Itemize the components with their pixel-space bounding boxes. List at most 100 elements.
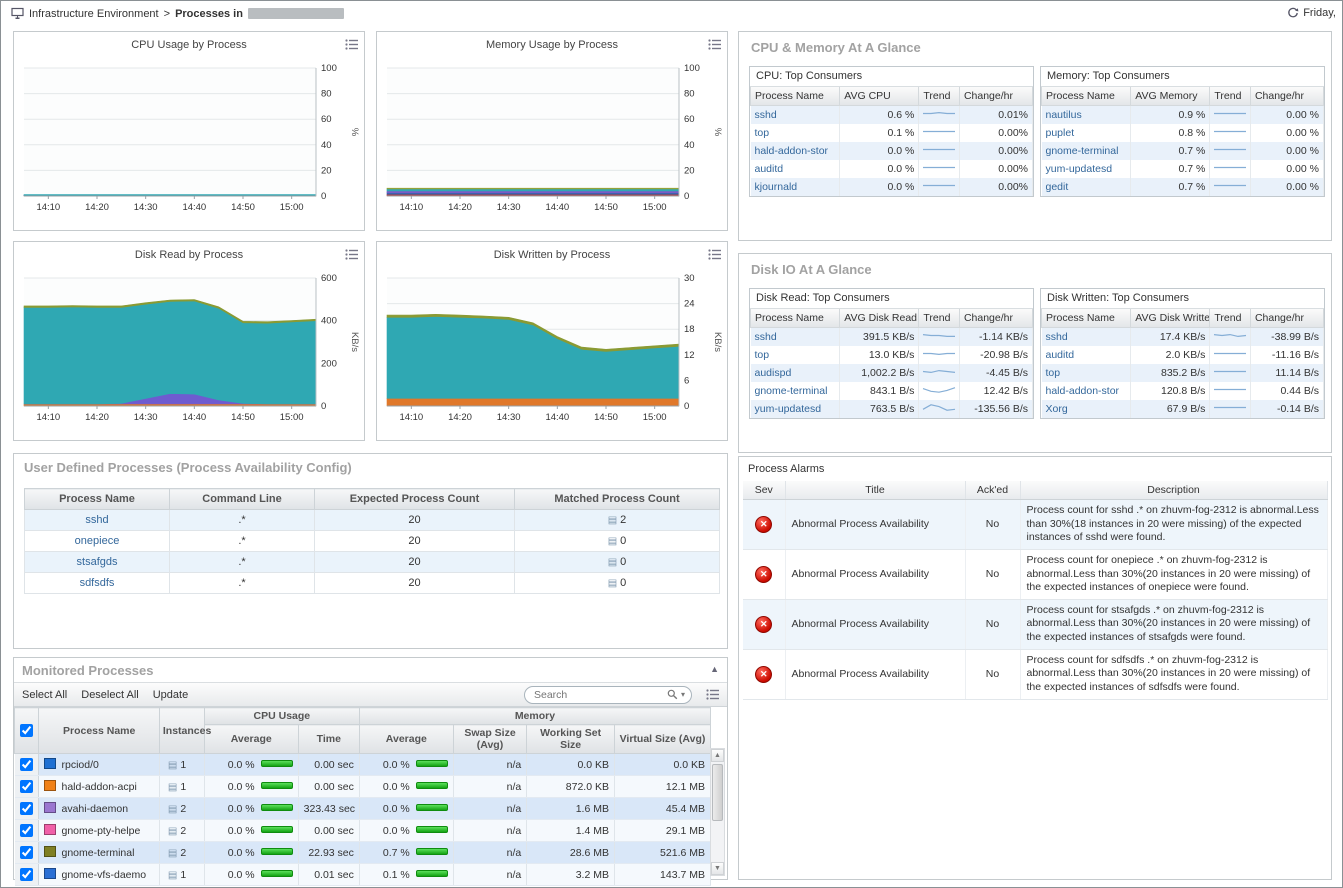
table-row[interactable]: auditd2.0 KB/s-11.16 B/s	[1042, 346, 1324, 364]
chart-options-icon[interactable]	[345, 39, 358, 50]
col-acked[interactable]: Ack'ed	[965, 481, 1020, 500]
chart-options-icon[interactable]	[345, 249, 358, 260]
table-row[interactable]: hald-addon-acpi▤10.0 %0.00 sec0.0 %n/a87…	[15, 776, 711, 798]
col-virtual-size[interactable]: Virtual Size (Avg)	[614, 725, 710, 754]
col-matched-count[interactable]: Matched Process Count	[515, 489, 720, 510]
process-name-link[interactable]: sshd	[85, 514, 108, 526]
table-row[interactable]: gnome-terminal843.1 B/s12.42 B/s	[751, 382, 1033, 400]
table-row[interactable]: top0.1 %0.00%	[751, 124, 1033, 142]
select-all-button[interactable]: Select All	[22, 689, 67, 701]
process-name-link[interactable]: puplet	[1046, 127, 1075, 139]
process-name-link[interactable]: nautilus	[1046, 109, 1082, 121]
table-row[interactable]: sdfsdfs.*20▤0	[25, 573, 720, 594]
col-change-hr[interactable]: Change/hr	[959, 309, 1032, 328]
table-row[interactable]: puplet0.8 %0.00 %	[1042, 124, 1324, 142]
table-row[interactable]: sshd0.6 %0.01%	[751, 106, 1033, 125]
process-name-link[interactable]: gnome-terminal	[1046, 145, 1119, 157]
table-row[interactable]: gnome-pty-helpe▤20.0 %0.00 sec0.0 %n/a1.…	[15, 820, 711, 842]
table-row[interactable]: onepiece.*20▤0	[25, 531, 720, 552]
col-expected-count[interactable]: Expected Process Count	[315, 489, 515, 510]
scroll-up-arrow-icon[interactable]: ▲	[711, 749, 724, 762]
table-row[interactable]: sshd391.5 KB/s-1.14 KB/s	[751, 328, 1033, 347]
col-process-name[interactable]: Process Name	[751, 309, 840, 328]
col-avg-disk-read[interactable]: AVG Disk Read	[840, 309, 919, 328]
table-row[interactable]: gnome-terminal▤20.0 %22.93 sec0.7 %n/a28…	[15, 842, 711, 864]
search-icon[interactable]	[667, 689, 678, 700]
table-row[interactable]: audispd1,002.2 B/s-4.45 B/s	[751, 364, 1033, 382]
col-trend[interactable]: Trend	[919, 309, 960, 328]
table-row[interactable]: yum-updatesd763.5 B/s-135.56 B/s	[751, 400, 1033, 418]
table-row[interactable]: top13.0 KB/s-20.98 B/s	[751, 346, 1033, 364]
vertical-scrollbar[interactable]: ▲ ▼	[710, 748, 725, 876]
row-checkbox[interactable]	[20, 868, 33, 881]
table-row[interactable]: hald-addon-stor120.8 B/s0.44 B/s	[1042, 382, 1324, 400]
process-name-link[interactable]: auditd	[1046, 349, 1075, 361]
table-row[interactable]: auditd0.0 %0.00%	[751, 160, 1033, 178]
col-cpu-time[interactable]: Time	[298, 725, 359, 754]
col-change-hr[interactable]: Change/hr	[959, 87, 1032, 106]
table-row[interactable]: yum-updatesd0.7 %0.00 %	[1042, 160, 1324, 178]
process-name-link[interactable]: onepiece	[75, 535, 120, 547]
process-name-link[interactable]: yum-updatesd	[755, 403, 822, 415]
table-row[interactable]: nautilus0.9 %0.00 %	[1042, 106, 1324, 125]
table-row[interactable]: sshd17.4 KB/s-38.99 B/s	[1042, 328, 1324, 347]
table-row[interactable]: stsafgds.*20▤0	[25, 552, 720, 573]
col-avg-memory[interactable]: AVG Memory	[1131, 87, 1210, 106]
deselect-all-button[interactable]: Deselect All	[81, 689, 138, 701]
table-row[interactable]: ✕Abnormal Process AvailabilityNoProcess …	[743, 649, 1327, 699]
process-name-link[interactable]: yum-updatesd	[1046, 163, 1113, 175]
col-trend[interactable]: Trend	[1210, 309, 1251, 328]
col-process-name[interactable]: Process Name	[751, 87, 840, 106]
col-avg-cpu[interactable]: AVG CPU	[840, 87, 919, 106]
col-change-hr[interactable]: Change/hr	[1250, 87, 1323, 106]
table-row[interactable]: gnome-vfs-daemo▤10.0 %0.01 sec0.1 %n/a3.…	[15, 864, 711, 886]
scrollbar-thumb[interactable]	[712, 764, 723, 821]
col-process-name[interactable]: Process Name	[25, 489, 170, 510]
chart-options-icon[interactable]	[708, 249, 721, 260]
col-working-set-size[interactable]: Working Set Size	[527, 725, 615, 754]
col-process-name[interactable]: Process Name	[1042, 87, 1131, 106]
table-row[interactable]: top835.2 B/s11.14 B/s	[1042, 364, 1324, 382]
process-name-link[interactable]: sshd	[1046, 331, 1068, 343]
col-instances[interactable]: Instances	[159, 708, 204, 754]
collapse-panel-icon[interactable]: ▲	[710, 664, 719, 674]
process-name-link[interactable]: audispd	[755, 367, 792, 379]
col-process-name[interactable]: Process Name	[39, 708, 159, 754]
process-name-link[interactable]: gedit	[1046, 181, 1069, 193]
process-name-link[interactable]: top	[755, 349, 770, 361]
breadcrumb-root[interactable]: Infrastructure Environment	[29, 8, 159, 20]
col-memory-average[interactable]: Average	[359, 725, 453, 754]
process-name-link[interactable]: kjournald	[755, 181, 798, 193]
table-row[interactable]: gnome-terminal0.7 %0.00 %	[1042, 142, 1324, 160]
process-name-link[interactable]: auditd	[755, 163, 784, 175]
table-row[interactable]: Xorg67.9 B/s-0.14 B/s	[1042, 400, 1324, 418]
col-trend[interactable]: Trend	[1210, 87, 1251, 106]
search-dropdown-caret-icon[interactable]: ▾	[681, 690, 685, 699]
table-row[interactable]: gedit0.7 %0.00 %	[1042, 178, 1324, 196]
table-options-icon[interactable]	[706, 689, 719, 700]
select-all-checkbox[interactable]	[20, 724, 33, 737]
process-name-link[interactable]: sshd	[755, 331, 777, 343]
update-button[interactable]: Update	[153, 689, 188, 701]
table-row[interactable]: avahi-daemon▤20.0 %323.43 sec0.0 %n/a1.6…	[15, 798, 711, 820]
col-avg-disk-written[interactable]: AVG Disk Written	[1131, 309, 1210, 328]
row-checkbox[interactable]	[20, 780, 33, 793]
process-name-link[interactable]: sdfsdfs	[80, 577, 115, 589]
process-name-link[interactable]: hald-addon-stor	[1046, 385, 1120, 397]
table-row[interactable]: ✕Abnormal Process AvailabilityNoProcess …	[743, 500, 1327, 550]
table-row[interactable]: kjournald0.0 %0.00%	[751, 178, 1033, 196]
table-row[interactable]: ✕Abnormal Process AvailabilityNoProcess …	[743, 549, 1327, 599]
col-change-hr[interactable]: Change/hr	[1250, 309, 1323, 328]
process-name-link[interactable]: top	[1046, 367, 1061, 379]
col-trend[interactable]: Trend	[919, 87, 960, 106]
process-name-link[interactable]: gnome-terminal	[755, 385, 828, 397]
col-command-line[interactable]: Command Line	[170, 489, 315, 510]
col-severity[interactable]: Sev	[743, 481, 785, 500]
process-name-link[interactable]: top	[755, 127, 770, 139]
process-name-link[interactable]: Xorg	[1046, 403, 1068, 415]
session-timer-icon[interactable]	[1287, 7, 1299, 19]
row-checkbox[interactable]	[20, 758, 33, 771]
col-swap-size[interactable]: Swap Size (Avg)	[453, 725, 526, 754]
process-name-link[interactable]: stsafgds	[77, 556, 118, 568]
table-row[interactable]: ✕Abnormal Process AvailabilityNoProcess …	[743, 599, 1327, 649]
